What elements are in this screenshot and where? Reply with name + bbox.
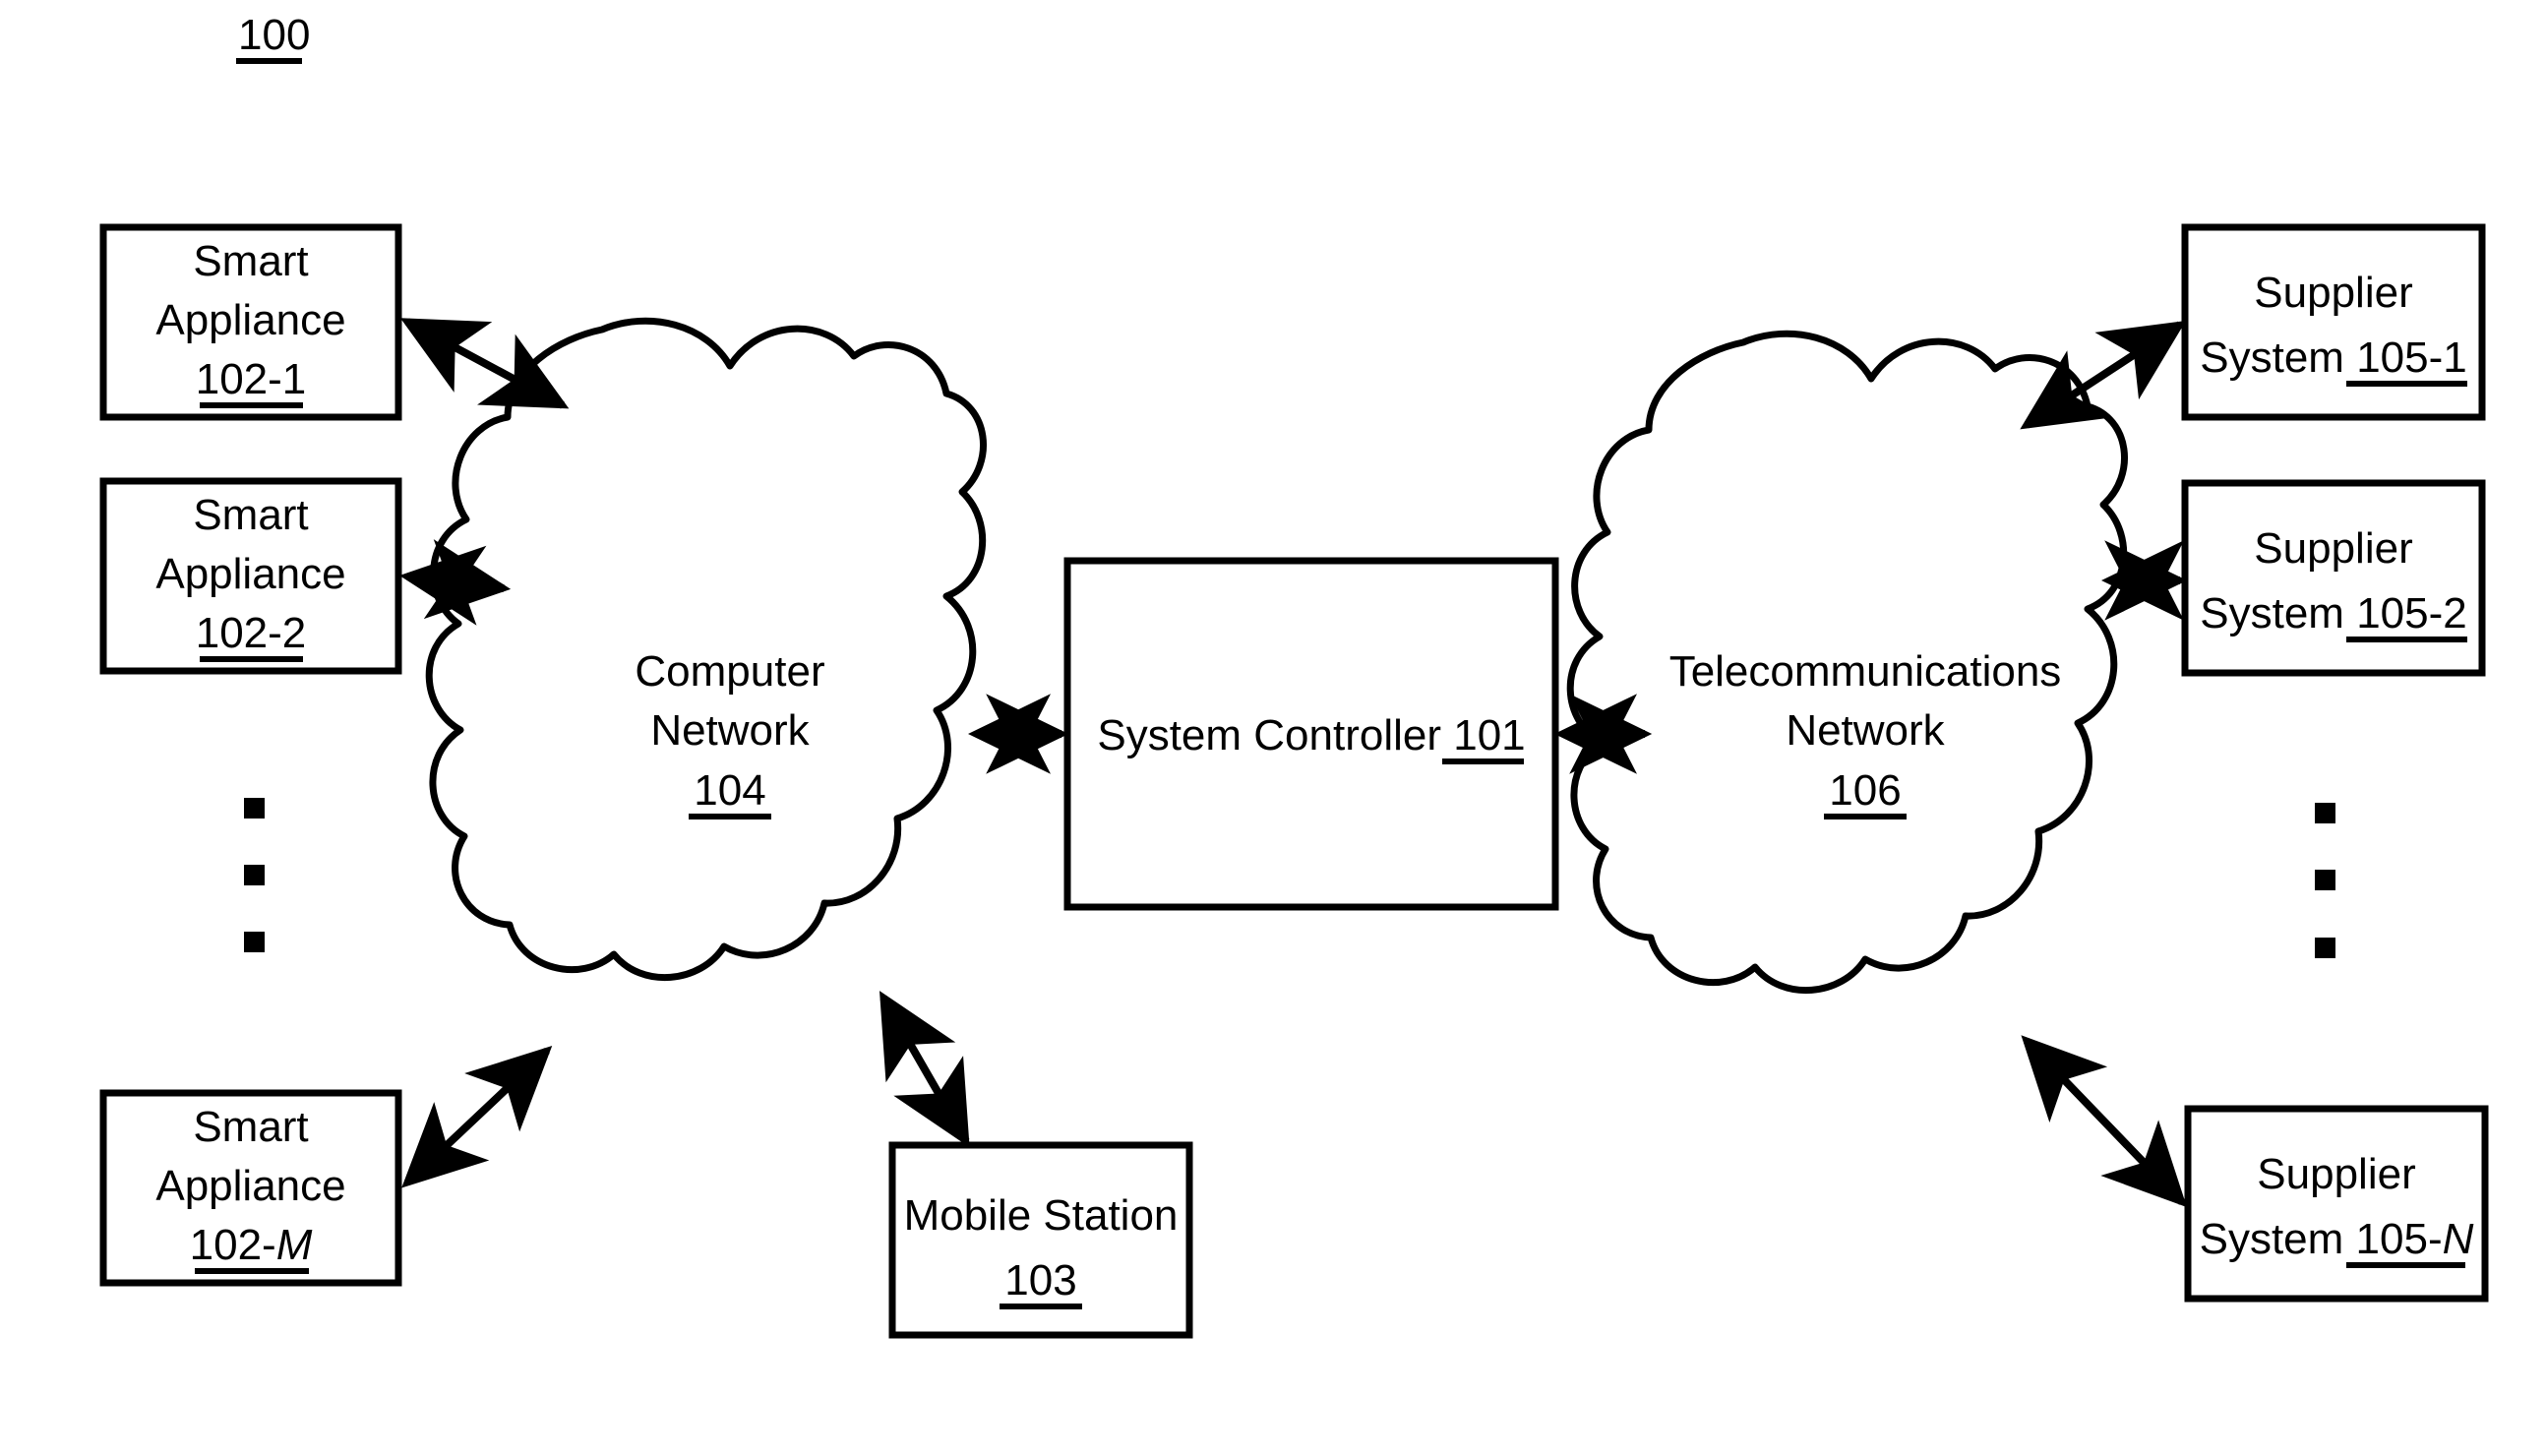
supplier-system-n-box[interactable]	[2184, 1105, 2489, 1303]
supplier-system-2-line1: Supplier	[2254, 524, 2412, 573]
link-smart-appliance-m-to-computer-network[interactable]	[401, 1046, 553, 1188]
supplier-system-n-label: System	[2200, 1215, 2356, 1263]
system-controller-ref: 101	[1453, 711, 1525, 759]
ellipsis-dot	[244, 798, 265, 819]
smart-appliance-2-line1: Smart	[193, 491, 308, 539]
right-vertical-ellipsis	[2315, 803, 2335, 958]
supplier-system-2-label: System	[2200, 589, 2356, 637]
system-controller-title: System Controller	[1097, 711, 1453, 759]
supplier-system-1-ref: 105-1	[2356, 334, 2467, 382]
supplier-system-2-node[interactable]: Supplier System 105-2	[2181, 479, 2486, 677]
computer-network-line1: Computer	[635, 647, 824, 696]
ellipsis-dot	[244, 865, 265, 885]
telecommunications-network-cloud[interactable]: Telecommunications Network 106	[1566, 330, 2128, 995]
smart-appliance-m-line2: Appliance	[155, 1162, 345, 1210]
supplier-system-n-ref-num: 105-	[2356, 1215, 2443, 1263]
smart-appliance-1-line2: Appliance	[155, 296, 345, 344]
mobile-station-ref: 103	[1004, 1256, 1076, 1304]
smart-appliance-m-ref-index: M	[276, 1221, 313, 1269]
ellipsis-dot	[2315, 938, 2335, 958]
telecom-network-line2: Network	[1786, 706, 1945, 755]
supplier-system-n-line2: System 105-N	[2200, 1215, 2474, 1263]
supplier-system-1-line2: System 105-1	[2200, 334, 2466, 382]
computer-network-ref: 104	[694, 766, 765, 815]
ellipsis-dot	[244, 932, 265, 952]
network-architecture-diagram: 100 Computer Network 104 Telecommunicati…	[99, 11, 2489, 1339]
smart-appliance-m-line1: Smart	[193, 1103, 308, 1151]
supplier-system-n-line1: Supplier	[2257, 1150, 2415, 1198]
mobile-station-node[interactable]: Mobile Station 103	[888, 1141, 1193, 1339]
ellipsis-dot	[2315, 803, 2335, 823]
smart-appliance-1-node[interactable]: Smart Appliance 102-1	[99, 223, 402, 421]
supplier-system-2-box[interactable]	[2181, 479, 2486, 677]
smart-appliance-m-ref: 102-M	[190, 1221, 313, 1269]
supplier-system-1-line1: Supplier	[2254, 269, 2412, 317]
mobile-station-label: Mobile Station	[904, 1191, 1179, 1240]
system-controller-label: System Controller 101	[1097, 711, 1525, 759]
telecom-network-ref: 106	[1829, 766, 1901, 815]
supplier-system-1-node[interactable]: Supplier System 105-1	[2181, 223, 2486, 421]
figure-number: 100	[236, 11, 310, 64]
smart-appliance-2-line2: Appliance	[155, 550, 345, 598]
left-vertical-ellipsis	[244, 798, 265, 952]
smart-appliance-2-ref: 102-2	[196, 609, 307, 657]
computer-network-cloud[interactable]: Computer Network 104	[425, 317, 987, 982]
smart-appliance-m-ref-num: 102-	[190, 1221, 276, 1269]
smart-appliance-1-line1: Smart	[193, 237, 308, 285]
ellipsis-dot	[2315, 870, 2335, 890]
smart-appliance-2-node[interactable]: Smart Appliance 102-2	[99, 477, 402, 675]
supplier-system-n-node[interactable]: Supplier System 105-N	[2184, 1105, 2489, 1303]
smart-appliance-m-node[interactable]: Smart Appliance 102-M	[99, 1089, 402, 1287]
figure-number-text: 100	[238, 11, 310, 59]
figure-canvas: 100 Computer Network 104 Telecommunicati…	[0, 0, 2546, 1456]
supplier-system-n-ref-index: N	[2443, 1215, 2474, 1263]
supplier-system-2-line2: System 105-2	[2200, 589, 2466, 637]
link-computer-network-to-mobile-station[interactable]	[879, 991, 970, 1148]
computer-network-line2: Network	[650, 706, 810, 755]
supplier-system-1-box[interactable]	[2181, 223, 2486, 421]
smart-appliance-1-ref: 102-1	[196, 355, 307, 403]
supplier-system-1-label: System	[2200, 334, 2356, 382]
system-controller-node[interactable]: System Controller 101	[1063, 557, 1559, 911]
link-telecom-network-to-supplier-system-n[interactable]	[2021, 1035, 2187, 1208]
supplier-system-2-ref: 105-2	[2356, 589, 2467, 637]
telecom-network-line1: Telecommunications	[1669, 647, 2062, 696]
